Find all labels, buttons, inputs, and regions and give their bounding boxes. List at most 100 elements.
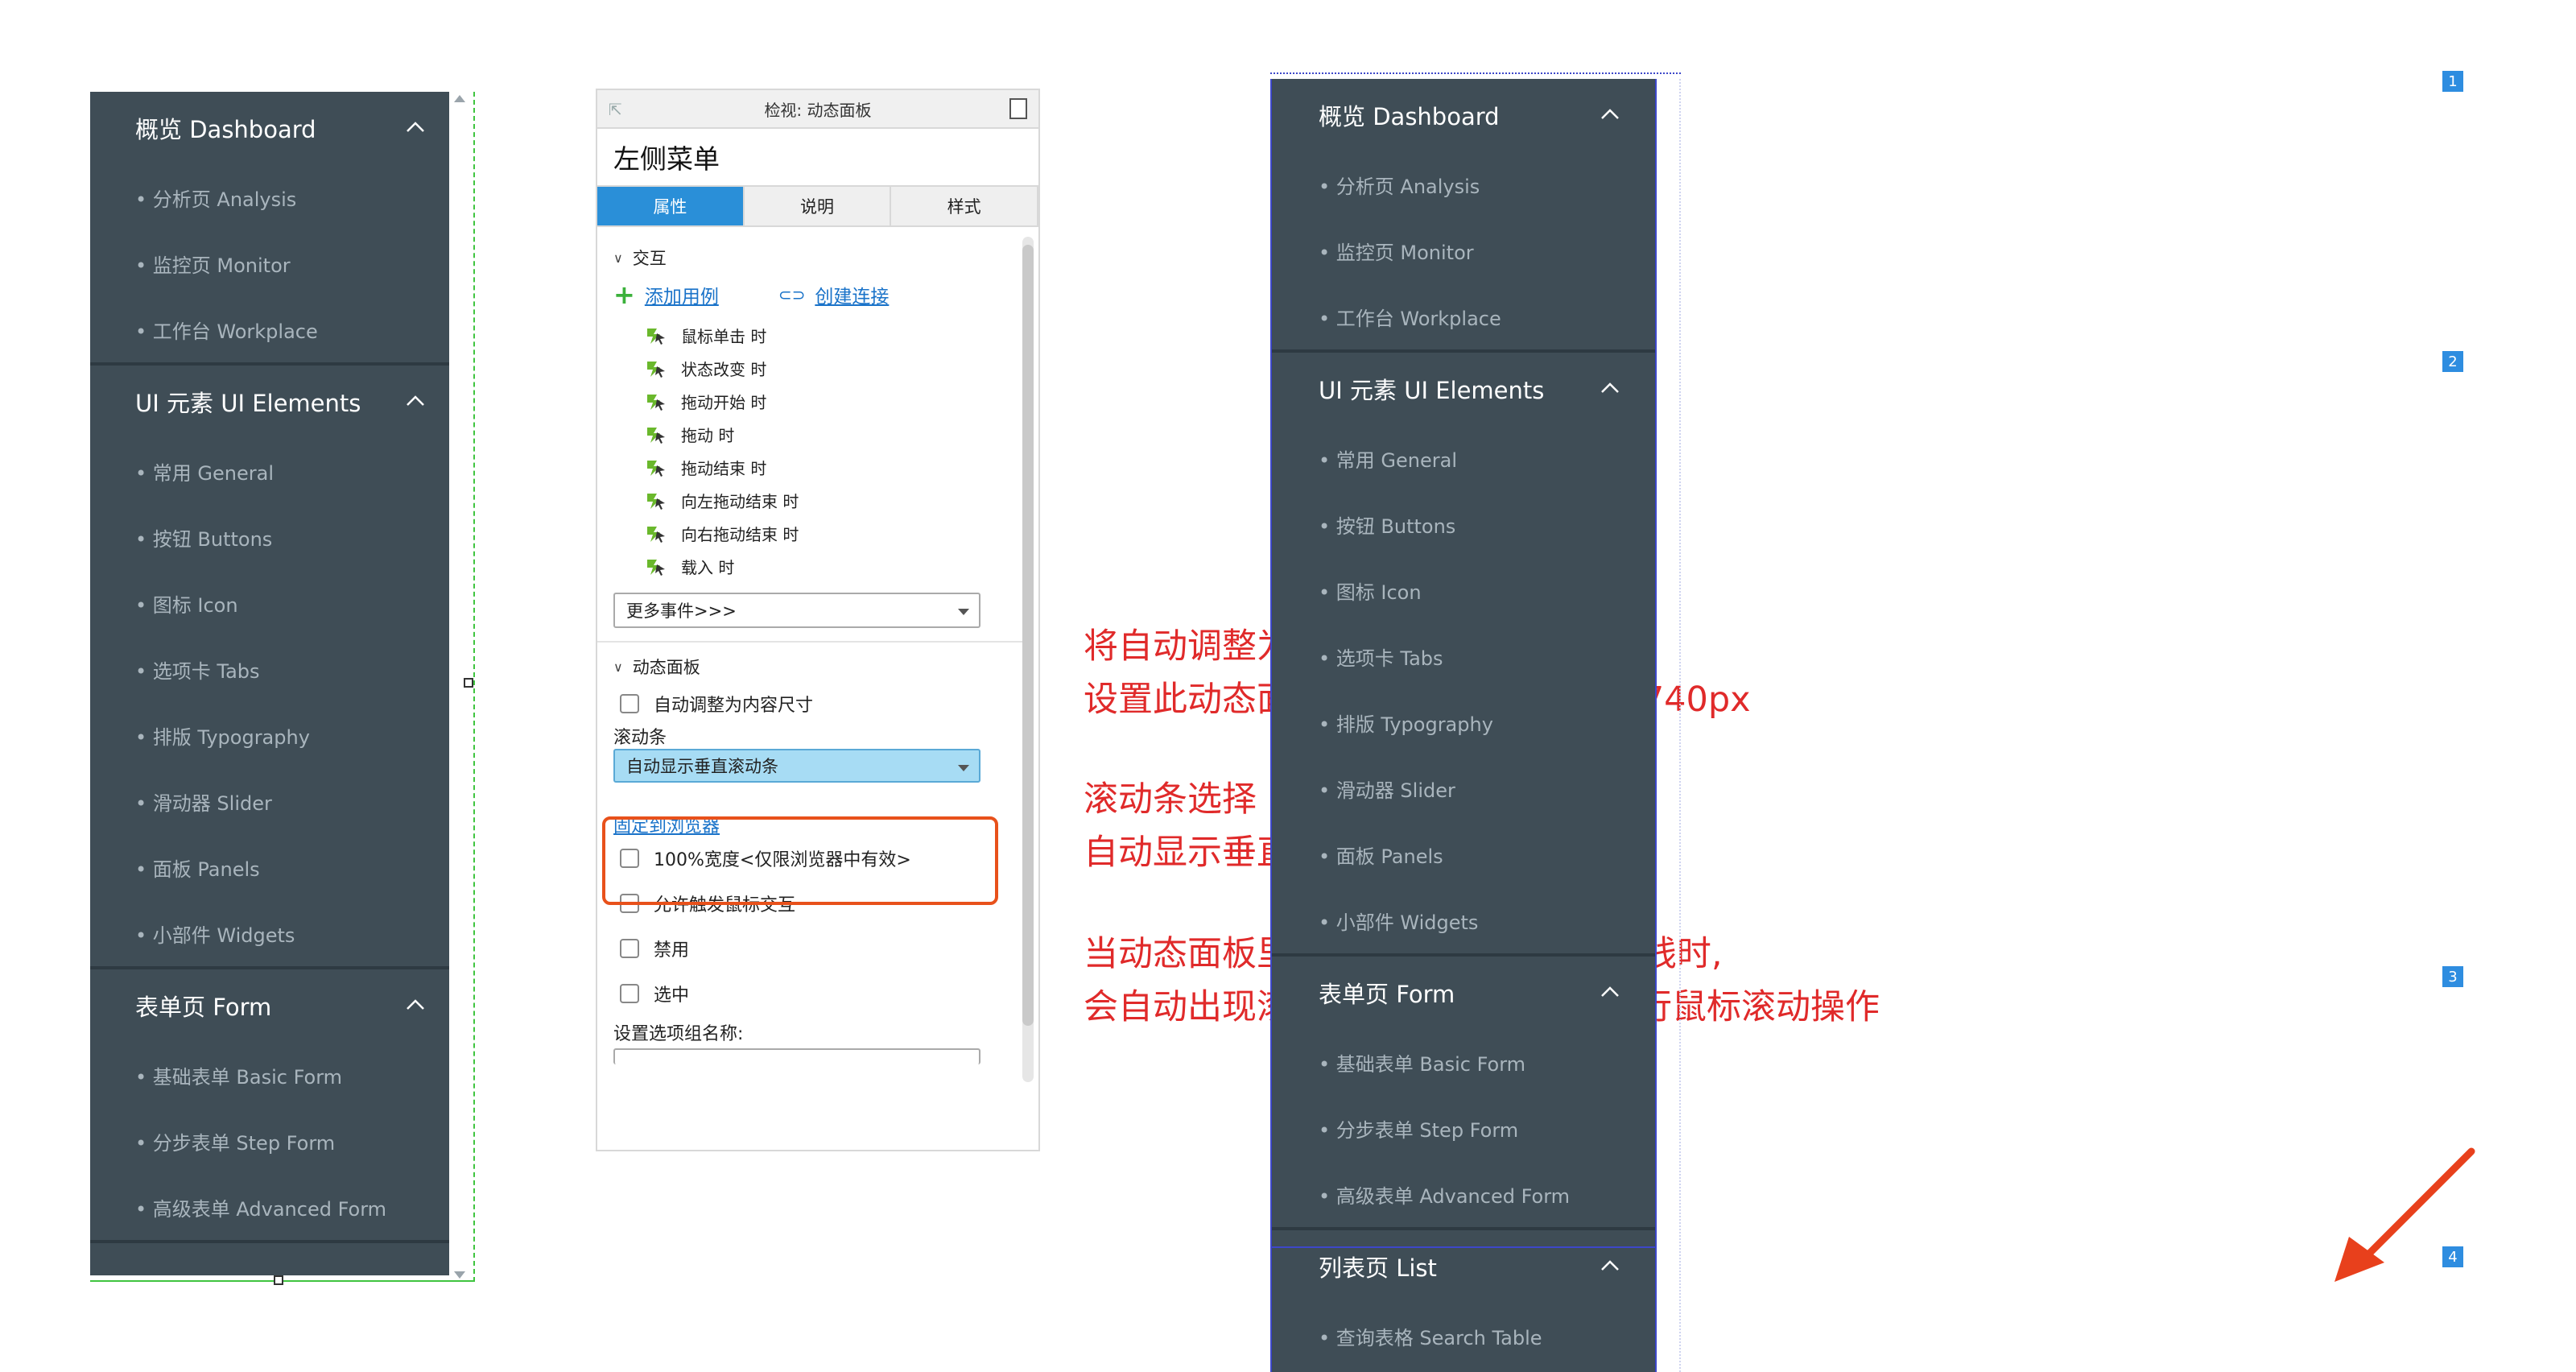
right-sidebar-menu: 概览 Dashboard • 分析页 Analysis • 监控页 Monito…	[1270, 79, 1657, 1372]
menu-item-icon[interactable]: • 图标 Icon	[1272, 557, 1655, 623]
disabled-row: 禁用	[613, 926, 1038, 971]
menu-item-typography[interactable]: • 排版 Typography	[90, 702, 449, 768]
menu-item-search-table[interactable]: • 查询表格 Search Table	[1272, 1303, 1655, 1369]
menu-item-buttons[interactable]: • 按钮 Buttons	[1272, 491, 1655, 557]
event-lightning-icon	[647, 526, 665, 543]
menu-item-typography[interactable]: • 排版 Typography	[1272, 689, 1655, 755]
add-case-link[interactable]: 添加用例	[645, 281, 719, 308]
auto-fit-checkbox[interactable]	[620, 694, 639, 713]
scroll-up-arrow-icon[interactable]	[454, 95, 465, 102]
event-lightning-icon	[647, 328, 665, 345]
create-link-link[interactable]: 创建连接	[815, 281, 889, 308]
event-lightning-icon	[647, 559, 665, 576]
event-item[interactable]: 状态改变 时	[613, 352, 1038, 385]
chevron-up-icon	[1601, 1260, 1619, 1271]
menu-group-list[interactable]: 列表页 List	[1272, 1230, 1655, 1303]
menu-item-advanced-form[interactable]: • 高级表单 Advanced Form	[1272, 1161, 1655, 1227]
event-item[interactable]: 拖动开始 时	[613, 385, 1038, 418]
selected-checkbox[interactable]	[620, 984, 639, 1003]
group-title: 概览 Dashboard	[135, 116, 316, 143]
event-item[interactable]: 向右拖动结束 时	[613, 517, 1038, 550]
group-title: UI 元素 UI Elements	[1319, 377, 1545, 404]
event-lightning-icon	[647, 394, 665, 411]
scrollbar-select[interactable]: 自动显示垂直滚动条	[613, 749, 980, 783]
event-lightning-icon	[647, 427, 665, 444]
menu-group-form[interactable]: 表单页 Form	[90, 969, 449, 1042]
menu-item-tabs[interactable]: • 选项卡 Tabs	[1272, 623, 1655, 689]
scrollbar-label: 滚动条	[613, 728, 667, 748]
scrollbar-thumb[interactable]	[1022, 245, 1034, 1026]
menu-item-analysis[interactable]: • 分析页 Analysis	[1272, 151, 1655, 217]
auto-fit-label: 自动调整为内容尺寸	[654, 696, 814, 716]
resize-handle[interactable]	[274, 1275, 283, 1285]
chevron-up-icon	[407, 122, 424, 132]
link-chain-icon: ⊂⊃	[778, 285, 806, 304]
menu-item-tabs[interactable]: • 选项卡 Tabs	[90, 636, 449, 702]
resize-handle[interactable]	[464, 678, 473, 688]
menu-item-widgets[interactable]: • 小部件 Widgets	[1272, 887, 1655, 953]
menu-item-advanced-form[interactable]: • 高级表单 Advanced Form	[90, 1174, 449, 1240]
menu-group-dashboard[interactable]: 概览 Dashboard	[1272, 79, 1655, 151]
menu-item-monitor[interactable]: • 监控页 Monitor	[1272, 217, 1655, 283]
menu-item-general[interactable]: • 常用 General	[1272, 425, 1655, 491]
menu-item-workplace[interactable]: • 工作台 Workplace	[1272, 283, 1655, 349]
interaction-section-header[interactable]: ∨ 交互	[613, 242, 1038, 274]
event-lightning-icon	[647, 460, 665, 477]
tab-properties[interactable]: 属性	[597, 187, 745, 225]
group-title: 列表页 List	[1319, 1254, 1437, 1282]
menu-item-basic-form[interactable]: • 基础表单 Basic Form	[90, 1042, 449, 1108]
menu-item-buttons[interactable]: • 按钮 Buttons	[90, 504, 449, 570]
dropdown-caret-icon	[958, 609, 969, 615]
event-item[interactable]: 拖动结束 时	[613, 451, 1038, 484]
menu-group-form[interactable]: 表单页 Form	[1272, 957, 1655, 1029]
menu-item-slider[interactable]: • 滑动器 Slider	[1272, 755, 1655, 821]
dynamic-panel-section-header[interactable]: ∨ 动态面板	[613, 651, 1038, 683]
event-item[interactable]: 载入 时	[613, 550, 1038, 583]
events-list: 鼠标单击 时状态改变 时拖动开始 时拖动 时拖动结束 时向左拖动结束 时向右拖动…	[613, 319, 1038, 583]
chevron-down-icon: ∨	[613, 250, 623, 266]
event-item[interactable]: 向左拖动结束 时	[613, 484, 1038, 517]
group-title: UI 元素 UI Elements	[135, 390, 361, 417]
menu-group-ui-elements[interactable]: UI 元素 UI Elements	[1272, 353, 1655, 425]
panel-top-guide	[1270, 72, 1681, 79]
menu-item-widgets[interactable]: • 小部件 Widgets	[90, 900, 449, 966]
menu-item-panels[interactable]: • 面板 Panels	[1272, 821, 1655, 887]
page-icon[interactable]	[1009, 98, 1027, 119]
tab-notes[interactable]: 说明	[744, 187, 892, 225]
collapse-arrow-icon[interactable]: ⇱	[609, 100, 622, 119]
menu-item-slider[interactable]: • 滑动器 Slider	[90, 768, 449, 834]
widget-name[interactable]: 左侧菜单	[597, 129, 1038, 185]
event-lightning-icon	[647, 493, 665, 510]
menu-item-general[interactable]: • 常用 General	[90, 438, 449, 504]
state-badge-2: 2	[2442, 351, 2463, 372]
inspector-scrollbar[interactable]	[1022, 237, 1034, 1082]
inspector-panel: ⇱ 检视: 动态面板 左侧菜单 属性 说明 样式 ∨ 交互 + 添加用例 ⊂⊃ …	[596, 89, 1040, 1151]
dropdown-caret-icon	[958, 765, 969, 771]
menu-item-analysis[interactable]: • 分析页 Analysis	[90, 164, 449, 230]
group-name-input[interactable]	[613, 1048, 980, 1064]
menu-item-basic-form[interactable]: • 基础表单 Basic Form	[1272, 1029, 1655, 1095]
menu-item-step-form[interactable]: • 分步表单 Step Form	[1272, 1095, 1655, 1161]
disabled-checkbox[interactable]	[620, 939, 639, 958]
event-item[interactable]: 鼠标单击 时	[613, 319, 1038, 352]
red-arrow-icon	[2334, 1147, 2475, 1282]
more-events-select[interactable]: 更多事件>>>	[613, 593, 980, 628]
menu-item-panels[interactable]: • 面板 Panels	[90, 834, 449, 900]
section-divider	[597, 641, 1032, 643]
scroll-down-arrow-icon[interactable]	[454, 1271, 465, 1279]
tab-style[interactable]: 样式	[891, 187, 1038, 225]
event-item[interactable]: 拖动 时	[613, 418, 1038, 451]
menu-group-dashboard[interactable]: 概览 Dashboard	[90, 92, 449, 164]
menu-item-step-form[interactable]: • 分步表单 Step Form	[90, 1108, 449, 1174]
panel-right-guide	[1657, 79, 1681, 1372]
chevron-down-icon: ∨	[613, 659, 623, 675]
menu-group-ui-elements[interactable]: UI 元素 UI Elements	[90, 366, 449, 438]
menu-item-monitor[interactable]: • 监控页 Monitor	[90, 230, 449, 296]
state-badge-3: 3	[2442, 966, 2463, 987]
chevron-up-icon	[1601, 109, 1619, 119]
note-line-3: 滚动条选择	[1084, 779, 1257, 820]
menu-item-workplace[interactable]: • 工作台 Workplace	[90, 296, 449, 362]
auto-fit-row: 自动调整为内容尺寸	[613, 683, 1038, 725]
plus-icon[interactable]: +	[613, 279, 635, 310]
menu-item-icon[interactable]: • 图标 Icon	[90, 570, 449, 636]
